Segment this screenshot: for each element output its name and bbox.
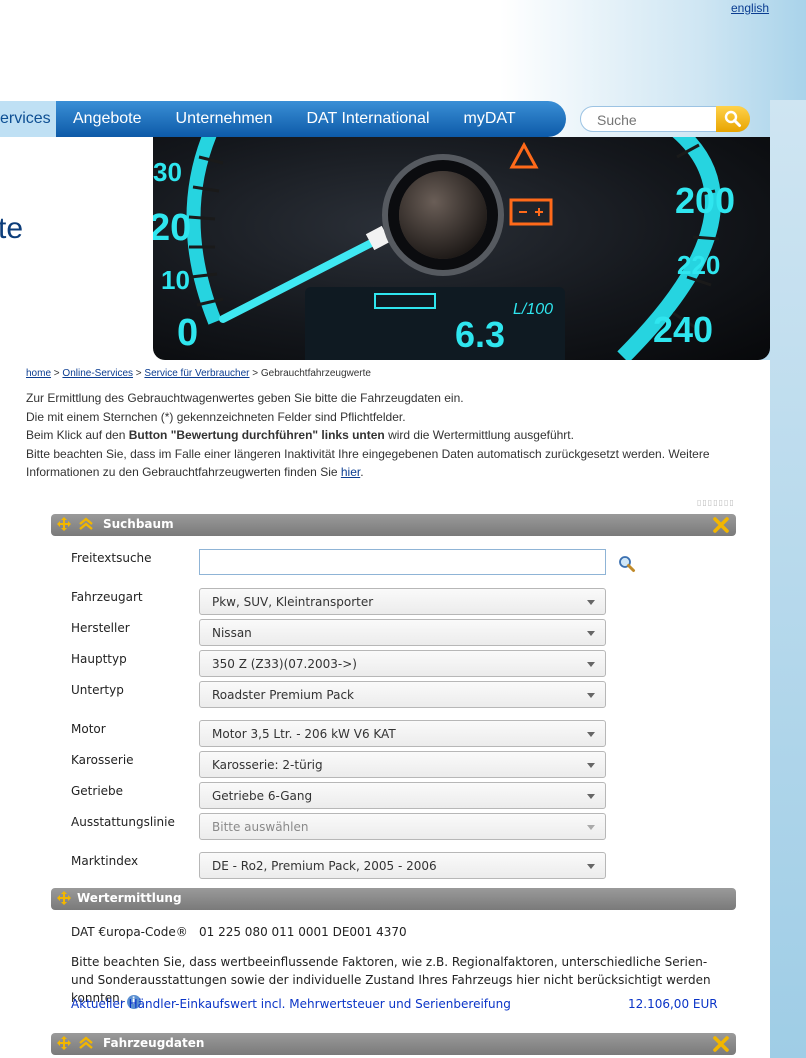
europa-code-value: 01 225 080 011 0001 DE001 4370 — [199, 925, 407, 939]
hersteller-select[interactable]: Nissan — [199, 619, 606, 646]
breadcrumb-current: Gebrauchtfahrzeugwerte — [260, 368, 371, 379]
untertyp-label: Untertyp — [71, 683, 124, 697]
chevron-down-icon — [587, 600, 595, 605]
breadcrumb-separator: > — [53, 368, 60, 379]
gauge-tick-10: 10 — [161, 265, 190, 295]
untertyp-select[interactable]: Roadster Premium Pack — [199, 681, 606, 708]
lcd-unit: L/100 — [513, 301, 553, 318]
chevron-down-icon — [587, 631, 595, 636]
fahrzeugdaten-panel-header: Fahrzeugdaten — [51, 1033, 736, 1055]
info-link-hier[interactable]: hier — [341, 465, 360, 479]
gauge-tick-200: 200 — [675, 180, 735, 221]
price-value: 12.106,00 EUR — [628, 997, 718, 1011]
karosserie-label: Karosserie — [71, 753, 134, 767]
haupttyp-label: Haupttyp — [71, 652, 127, 666]
wertermittlung-title: Wertermittlung — [77, 891, 182, 905]
intro-line-1: Zur Ermittlung des Gebrauchtwagenwertes … — [26, 391, 464, 405]
hero-dashboard-image: 30 20 10 0 200 220 240 L/100 6.3 — [153, 137, 770, 360]
gauge-tick-30: 30 — [153, 157, 182, 187]
intro-line-2: Die mit einem Sternchen (*) gekennzeichn… — [26, 409, 406, 424]
hero-title-fragment: te — [0, 212, 24, 245]
move-icon[interactable] — [56, 890, 72, 906]
karosserie-select[interactable]: Karosserie: 2-türig — [199, 751, 606, 778]
page-tools-placeholder: ▯▯▯▯▯▯▯ — [697, 498, 735, 507]
breadcrumb-separator: > — [135, 368, 142, 379]
magnifier-icon[interactable] — [618, 555, 636, 573]
close-icon[interactable] — [712, 516, 730, 534]
gauge-tick-220: 220 — [677, 250, 720, 280]
fahrzeugart-label: Fahrzeugart — [71, 590, 143, 604]
chevron-down-icon — [587, 864, 595, 869]
intro-text: Zur Ermittlung des Gebrauchtwagenwertes … — [26, 389, 756, 482]
freitextsuche-input[interactable] — [199, 549, 606, 575]
freitextsuche-label: Freitextsuche — [71, 551, 152, 565]
gauge-tick-20: 20 — [153, 207, 191, 249]
breadcrumb-online-services[interactable]: Online-Services — [62, 368, 133, 379]
close-icon[interactable] — [712, 1035, 730, 1053]
nav-item-dat-international[interactable]: DAT International — [289, 101, 446, 137]
hersteller-label: Hersteller — [71, 621, 130, 635]
nav-item-services[interactable]: ervices — [0, 101, 56, 137]
haupttyp-select[interactable]: 350 Z (Z33)(07.2003->) — [199, 650, 606, 677]
ausstattungslinie-label: Ausstattungslinie — [71, 815, 175, 829]
chevron-down-icon — [587, 662, 595, 667]
breadcrumb-home[interactable]: home — [26, 368, 51, 379]
motor-select[interactable]: Motor 3,5 Ltr. - 206 kW V6 KAT — [199, 720, 606, 747]
price-label: Aktueller Händler-Einkaufswert incl. Meh… — [71, 997, 511, 1011]
marktindex-select[interactable]: DE - Ro2, Premium Pack, 2005 - 2006 — [199, 852, 606, 879]
lcd-value: 6.3 — [455, 314, 505, 355]
wertermittlung-panel-header: Wertermittlung — [51, 888, 736, 910]
marktindex-label: Marktindex — [71, 854, 139, 868]
getriebe-label: Getriebe — [71, 784, 124, 798]
europa-code-label: DAT €uropa-Code® — [71, 925, 188, 939]
fahrzeugart-select[interactable]: Pkw, SUV, Kleintransporter — [199, 588, 606, 615]
nav-item-angebote[interactable]: Angebote — [56, 101, 159, 137]
nav-item-unternehmen[interactable]: Unternehmen — [159, 101, 290, 137]
breadcrumb-service-verbraucher[interactable]: Service für Verbraucher — [144, 368, 249, 379]
chevron-down-icon — [587, 732, 595, 737]
move-icon[interactable] — [56, 516, 72, 532]
fahrzeugdaten-title: Fahrzeugdaten — [103, 1036, 205, 1050]
motor-label: Motor — [71, 722, 106, 736]
chevron-down-icon — [587, 693, 595, 698]
search-input[interactable] — [595, 111, 715, 129]
suchbaum-panel-header: Suchbaum — [51, 514, 736, 536]
collapse-icon[interactable] — [78, 1035, 94, 1051]
chevron-down-icon — [587, 825, 595, 830]
move-icon[interactable] — [56, 1035, 72, 1051]
gauge-tick-240: 240 — [653, 309, 713, 350]
speedometer-illustration: 30 20 10 0 200 220 240 L/100 6.3 — [153, 137, 735, 360]
breadcrumb: home > Online-Services > Service für Ver… — [26, 368, 371, 379]
intro-line-4: Bitte beachten Sie, dass im Falle einer … — [26, 446, 710, 480]
chevron-down-icon — [587, 794, 595, 799]
gauge-tick-0: 0 — [177, 312, 198, 354]
nav-item-mydat[interactable]: myDAT — [447, 101, 533, 137]
search-icon — [724, 110, 741, 127]
main-navigation: ervices Angebote Unternehmen DAT Interna… — [0, 101, 566, 137]
site-search — [580, 106, 750, 132]
language-link-english[interactable]: english — [731, 1, 769, 15]
page-side-strip — [770, 100, 806, 1058]
suchbaum-title: Suchbaum — [103, 517, 174, 531]
getriebe-select[interactable]: Getriebe 6-Gang — [199, 782, 606, 809]
breadcrumb-separator: > — [252, 368, 259, 379]
ausstattungslinie-select: Bitte auswählen — [199, 813, 606, 840]
chevron-down-icon — [587, 763, 595, 768]
collapse-icon[interactable] — [78, 516, 94, 532]
intro-line-3: Beim Klick auf den Button "Bewertung dur… — [26, 428, 574, 442]
search-button[interactable] — [716, 106, 750, 132]
